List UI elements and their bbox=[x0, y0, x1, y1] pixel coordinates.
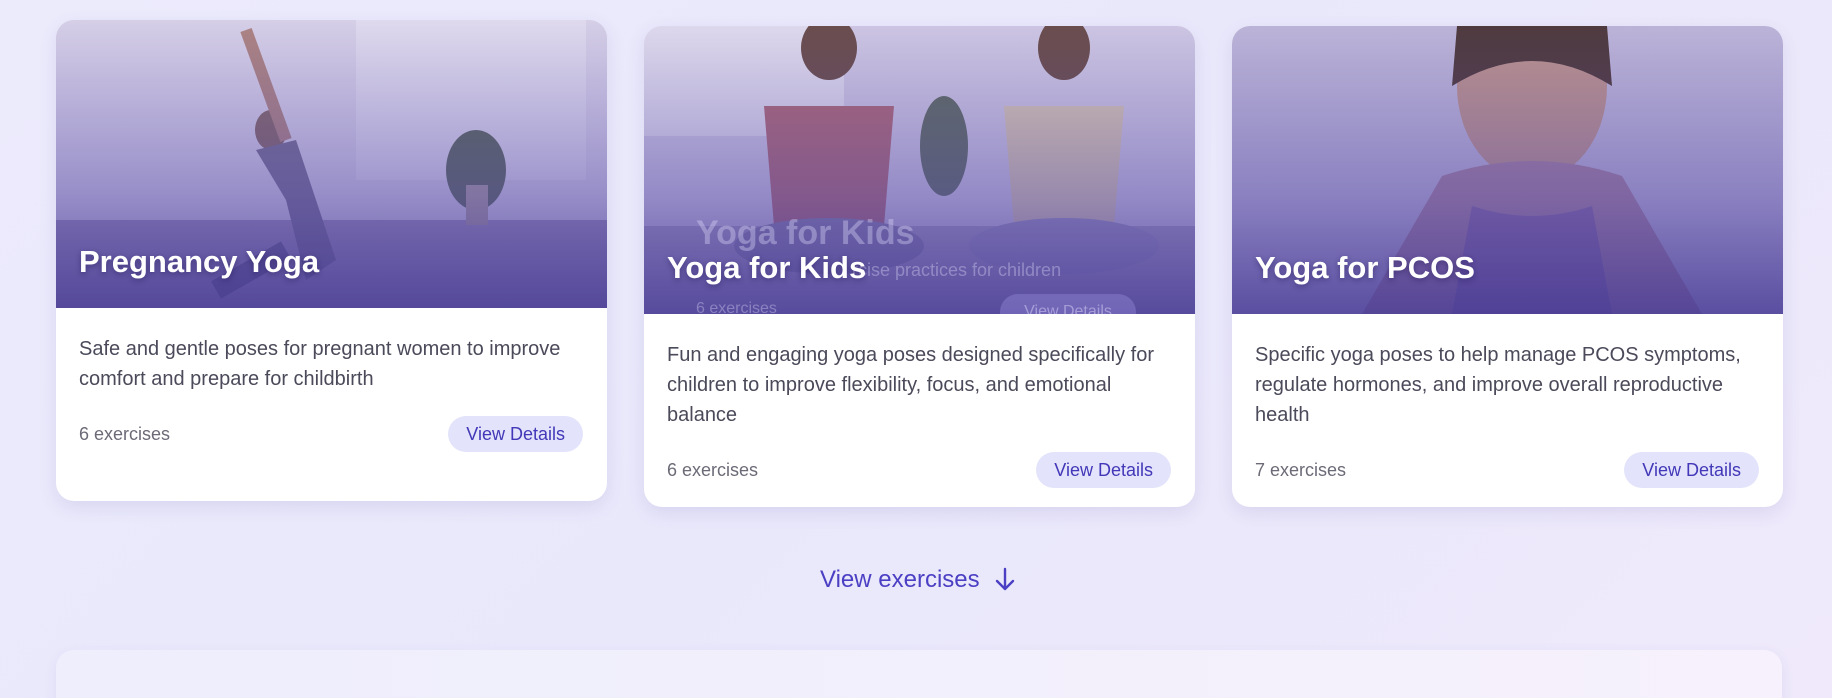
card-title: Pregnancy Yoga bbox=[79, 244, 320, 279]
yoga-for-kids-card[interactable]: Yoga for Kids rcise practices for childr… bbox=[644, 26, 1195, 507]
ghost-title: Yoga for Kids bbox=[696, 214, 915, 252]
pregnancy-yoga-card[interactable]: Pregnancy Yoga Safe and gentle poses for… bbox=[56, 20, 607, 501]
exercise-count: 6 exercises bbox=[79, 423, 171, 444]
card-description: Fun and engaging yoga poses designed spe… bbox=[667, 344, 1154, 426]
card-title: Yoga for Kids bbox=[667, 250, 867, 285]
view-exercises-link[interactable]: View exercises bbox=[820, 566, 1016, 594]
arrow-down-icon bbox=[995, 567, 1014, 591]
ghost-subtitle: rcise practices for children bbox=[852, 260, 1062, 280]
view-details-button[interactable]: View Details bbox=[448, 416, 583, 452]
view-details-button[interactable]: View Details bbox=[1036, 452, 1171, 488]
view-exercises-label: View exercises bbox=[820, 566, 980, 593]
view-details-button[interactable]: View Details bbox=[1624, 452, 1759, 488]
yoga-for-pcos-card[interactable]: Yoga for PCOS Specific yoga poses to hel… bbox=[1232, 26, 1783, 507]
card-title: Yoga for PCOS bbox=[1255, 250, 1475, 285]
bottom-panel bbox=[56, 650, 1782, 698]
yoga-for-kids-image: Yoga for Kids rcise practices for childr… bbox=[644, 26, 1195, 314]
ghost-view-details: View Details bbox=[1000, 294, 1136, 314]
yoga-for-pcos-image: Yoga for PCOS bbox=[1232, 26, 1783, 314]
ghost-count: 6 exercises bbox=[696, 300, 777, 314]
card-description: Specific yoga poses to help manage PCOS … bbox=[1255, 344, 1741, 426]
exercise-count: 7 exercises bbox=[1255, 459, 1347, 480]
pregnancy-yoga-image: Pregnancy Yoga bbox=[56, 20, 607, 308]
exercise-count: 6 exercises bbox=[667, 459, 759, 480]
card-description: Safe and gentle poses for pregnant women… bbox=[79, 338, 561, 390]
